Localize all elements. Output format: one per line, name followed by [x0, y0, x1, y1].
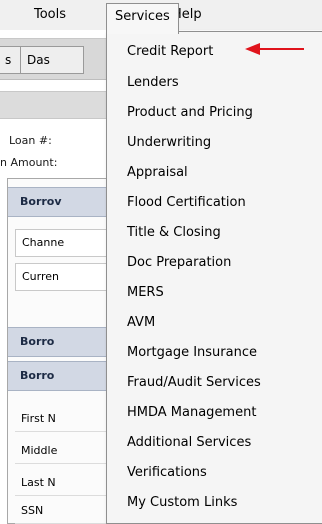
menu-item-title-closing[interactable]: Title & Closing — [107, 220, 322, 246]
section-title: Borrov — [20, 195, 62, 208]
menu-item-doc-preparation[interactable]: Doc Preparation — [107, 250, 322, 276]
ssn-label: SSN — [21, 504, 44, 517]
tab-dashboard[interactable]: Das — [20, 46, 84, 74]
menu-services[interactable]: Services — [106, 3, 179, 34]
menu-item-fraud-audit[interactable]: Fraud/Audit Services — [107, 370, 322, 396]
menu-tools[interactable]: Tools — [34, 0, 66, 30]
menu-item-mers[interactable]: MERS — [107, 280, 322, 306]
menu-item-verifications[interactable]: Verifications — [107, 460, 322, 486]
menu-item-appraisal[interactable]: Appraisal — [107, 160, 322, 186]
menu-item-lenders[interactable]: Lenders — [107, 70, 322, 96]
toolbar-band — [0, 91, 120, 119]
menu-item-flood-certification[interactable]: Flood Certification — [107, 190, 322, 216]
services-dropdown-menu: Credit Report Lenders Product and Pricin… — [106, 31, 322, 524]
last-name-label: Last N — [21, 476, 56, 489]
menu-item-product-pricing[interactable]: Product and Pricing — [107, 100, 322, 126]
borrower-panel: Borrov Channe Curren Borro Borro First N… — [7, 178, 122, 524]
menu-item-avm[interactable]: AVM — [107, 310, 322, 336]
tab-strip: s Das — [0, 38, 120, 80]
menu-item-my-custom-links[interactable]: My Custom Links — [107, 490, 322, 516]
first-name-label: First N — [21, 412, 56, 425]
menu-item-underwriting[interactable]: Underwriting — [107, 130, 322, 156]
section-title: Borro — [20, 369, 55, 382]
menu-item-additional-services[interactable]: Additional Services — [107, 430, 322, 456]
red-arrow-left-icon — [245, 43, 304, 55]
section-header-borrower-3[interactable]: Borro — [8, 361, 121, 391]
menu-item-mortgage-insurance[interactable]: Mortgage Insurance — [107, 340, 322, 366]
section-header-borrower[interactable]: Borrov — [8, 187, 121, 217]
middle-name-label: Middle — [21, 444, 58, 457]
loan-amount-label: n Amount: — [0, 156, 58, 169]
section-header-borrower-2[interactable]: Borro — [8, 327, 121, 357]
menu-item-hmda-management[interactable]: HMDA Management — [107, 400, 322, 426]
section-title: Borro — [20, 335, 55, 348]
menu-bar: Tools Services Help — [0, 0, 322, 34]
